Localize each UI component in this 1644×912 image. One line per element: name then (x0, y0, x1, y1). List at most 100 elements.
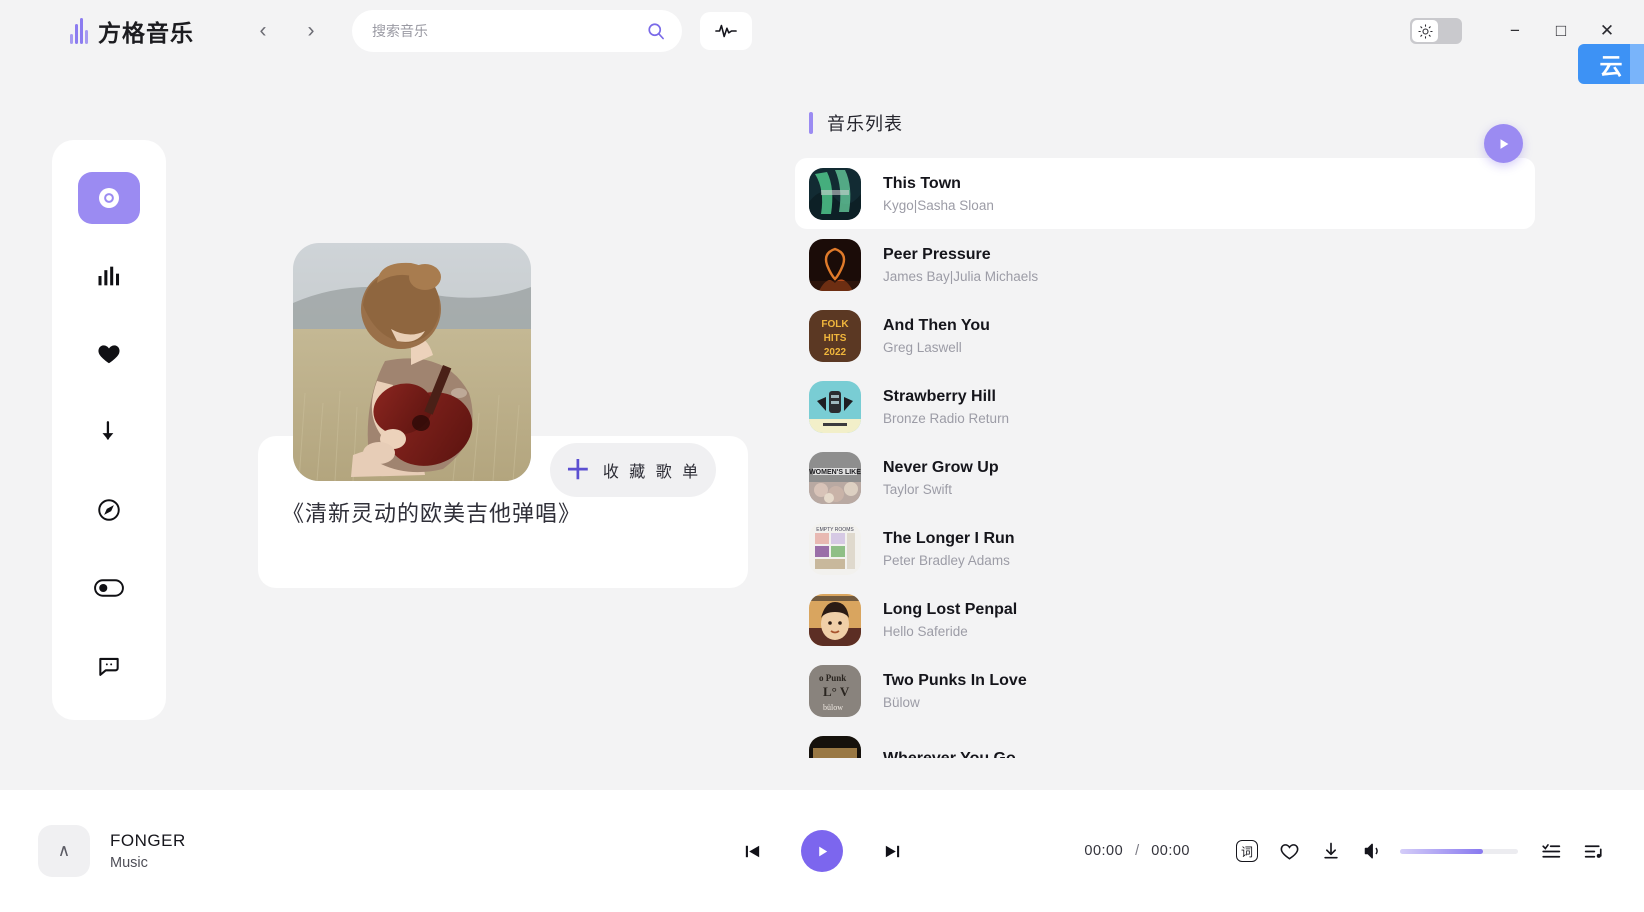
playlist-note-icon (1584, 844, 1602, 858)
album-thumb-icon (809, 735, 861, 758)
album-thumb-icon: FOLK HITS 2022 (809, 309, 861, 362)
lyrics-icon: 词 (1236, 840, 1258, 862)
app-logo: 方格音乐 (70, 14, 194, 48)
forward-button[interactable]: › (298, 18, 324, 44)
download-icon (1324, 842, 1338, 859)
track-artist: James Bay|Julia Michaels (883, 268, 1039, 284)
track-row[interactable]: o Punk L° V bülow Two Punks In Love Bülo… (795, 655, 1535, 726)
track-row[interactable]: EMPTY ROOMS The Longer I Run Peter Bradl… (795, 513, 1535, 584)
equalizer-button[interactable] (700, 12, 752, 50)
player-bar: ∧ FONGER Music 00:00 / 00:00 词 (0, 790, 1644, 912)
track-meta: Two Punks In Love Bülow (883, 672, 1027, 710)
search-icon[interactable] (646, 21, 666, 41)
track-artist: Kygo|Sasha Sloan (883, 197, 994, 213)
playlist-play-all-button[interactable] (1484, 124, 1523, 163)
ime-indicator[interactable]: 云 (1578, 44, 1644, 84)
track-title: Never Grow Up (883, 458, 999, 476)
album-artwork[interactable] (293, 243, 531, 481)
next-icon (885, 845, 899, 857)
sidebar-item-disc[interactable] (78, 172, 140, 224)
album-thumb-icon (809, 380, 861, 433)
track-meta: This Town Kygo|Sasha Sloan (883, 175, 994, 213)
expand-now-playing-button[interactable]: ∧ (38, 825, 90, 877)
track-cover (809, 380, 861, 433)
player-right-controls: 00:00 / 00:00 词 (1084, 834, 1644, 868)
track-meta: Long Lost Penpal Hello Saferide (883, 601, 1017, 639)
now-playing-title: FONGER (110, 831, 186, 850)
bar-chart-icon (98, 266, 120, 286)
track-row[interactable]: Long Lost Penpal Hello Saferide (795, 584, 1535, 655)
album-thumb-icon: EMPTY ROOMS (809, 522, 861, 575)
track-row[interactable]: This Town Kygo|Sasha Sloan (795, 158, 1535, 229)
sidebar-item-switch[interactable] (78, 562, 140, 614)
equalizer-logo-icon (70, 18, 88, 44)
download-arrow-icon (102, 421, 114, 440)
svg-text:WOMEN'S LIKE: WOMEN'S LIKE (809, 469, 861, 476)
total-time: 00:00 (1151, 843, 1190, 859)
minimize-button[interactable]: − (1492, 11, 1538, 51)
previous-track-button[interactable] (737, 836, 767, 866)
current-time: 00:00 (1084, 843, 1124, 859)
plus-icon: ＋ (564, 455, 591, 485)
track-meta: Wherever You Go (883, 750, 1016, 758)
track-meta: The Longer I Run Peter Bradley Adams (883, 530, 1015, 568)
play-icon (818, 846, 827, 856)
track-row[interactable]: Strawberry Hill Bronze Radio Return (795, 371, 1535, 442)
track-row[interactable]: Wherever You Go (795, 726, 1535, 758)
playlist-header: 音乐列表 (795, 96, 1535, 158)
track-artist: Greg Laswell (883, 339, 962, 355)
disc-icon (99, 188, 119, 208)
favorite-playlist-button[interactable]: ＋ 收 藏 歌 单 (550, 443, 716, 497)
track-title: Strawberry Hill (883, 387, 996, 405)
play-pause-button[interactable] (801, 830, 843, 872)
theme-toggle[interactable] (1410, 18, 1462, 44)
music-player-window: 方格音乐 ‹ › 搜索音乐 − □ ✕ 云 《清新灵动的欧美吉他弹唱》 ＋ 收 … (0, 0, 1644, 912)
play-mode-button[interactable] (1530, 834, 1572, 868)
svg-text:2022: 2022 (824, 347, 847, 358)
track-meta: Never Grow Up Taylor Swift (883, 459, 999, 497)
download-button[interactable] (1310, 834, 1352, 868)
playlist-queue-button[interactable] (1572, 834, 1614, 868)
track-title: Long Lost Penpal (883, 600, 1018, 618)
svg-text:EMPTY ROOMS: EMPTY ROOMS (816, 527, 854, 533)
lyrics-button[interactable]: 词 (1226, 834, 1268, 868)
sidebar-item-favorites[interactable] (78, 328, 140, 380)
album-thumb-icon (809, 167, 861, 220)
track-row[interactable]: WOMEN'S LIKE Never Grow Up Taylor Swift (795, 442, 1535, 513)
comment-bubble-icon (99, 657, 119, 676)
header-accent-bar (809, 112, 813, 134)
track-cover: FOLK HITS 2022 (809, 309, 861, 362)
track-meta: Strawberry Hill Bronze Radio Return (883, 388, 1009, 426)
track-title: Peer Pressure (883, 245, 991, 263)
search-box[interactable] (352, 10, 682, 52)
track-artist: Bülow (883, 694, 920, 710)
track-cover (809, 593, 861, 646)
volume-button[interactable] (1352, 834, 1394, 868)
like-button[interactable] (1268, 834, 1310, 868)
playlist-title: 音乐列表 (827, 114, 903, 134)
sidebar-item-chart[interactable] (78, 250, 140, 302)
heart-outline-icon (1280, 843, 1298, 860)
sidebar-item-feedback[interactable] (78, 640, 140, 692)
volume-slider[interactable] (1400, 848, 1518, 854)
track-cover (809, 735, 861, 758)
title-bar: 方格音乐 ‹ › 搜索音乐 − □ ✕ (0, 0, 1644, 62)
track-title: And Then You (883, 316, 990, 334)
search-input[interactable] (372, 23, 646, 39)
maximize-button[interactable]: □ (1538, 11, 1584, 51)
track-title: Two Punks In Love (883, 671, 1027, 689)
next-track-button[interactable] (877, 836, 907, 866)
track-title: The Longer I Run (883, 529, 1015, 547)
volume-icon (1364, 843, 1378, 859)
sidebar-item-downloads[interactable] (78, 406, 140, 458)
track-row[interactable]: FOLK HITS 2022 And Then You Greg Laswell (795, 300, 1535, 371)
back-button[interactable]: ‹ (250, 18, 276, 44)
svg-text:L° V: L° V (823, 684, 850, 699)
play-icon (1500, 138, 1508, 149)
sidebar-item-explore[interactable] (78, 484, 140, 536)
track-artist: Taylor Swift (883, 481, 953, 497)
time-separator: / (1135, 843, 1140, 859)
track-row[interactable]: Peer Pressure James Bay|Julia Michaels (795, 229, 1535, 300)
track-cover: o Punk L° V bülow (809, 664, 861, 717)
theme-toggle-knob (1412, 20, 1438, 42)
